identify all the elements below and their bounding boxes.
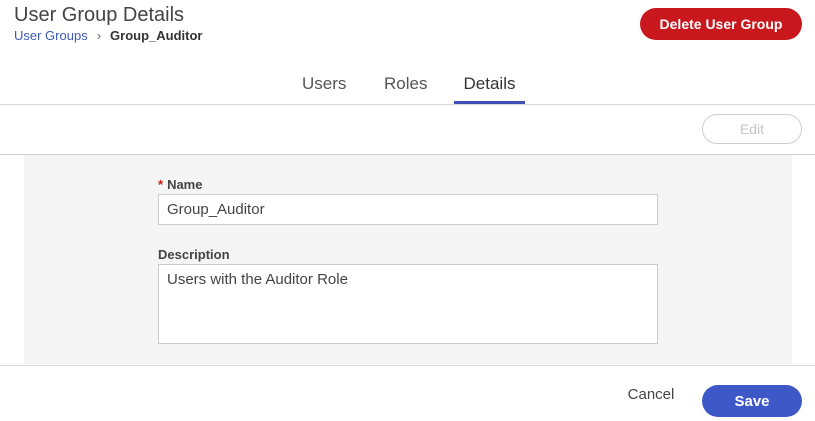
footer-actions: Cancel Save: [0, 365, 815, 421]
tab-details[interactable]: Details: [454, 74, 525, 104]
breadcrumb-user-groups-link[interactable]: User Groups: [14, 28, 88, 44]
details-form-panel: *Name Description Users with the Auditor…: [24, 155, 792, 364]
toolbar: Edit: [0, 105, 815, 155]
tab-bar: Users Roles Details: [0, 68, 815, 105]
required-indicator: *: [158, 177, 164, 192]
tab-roles[interactable]: Roles: [384, 74, 427, 104]
tab-users[interactable]: Users: [302, 74, 346, 104]
name-field-label: * Name: [158, 177, 202, 192]
page-title: User Group Details: [14, 4, 185, 26]
breadcrumb-current: Group_Auditor: [110, 28, 203, 43]
name-input[interactable]: [158, 194, 658, 225]
description-field-label: Description: [158, 247, 230, 262]
edit-button[interactable]: Edit: [702, 114, 802, 144]
save-button[interactable]: Save: [702, 385, 802, 417]
cancel-button[interactable]: Cancel: [620, 386, 682, 403]
name-label-text: Name: [167, 177, 203, 192]
description-textarea[interactable]: Users with the Auditor Role: [158, 264, 658, 344]
chevron-right-icon: ›: [96, 28, 102, 43]
breadcrumb: User Groups › Group_Auditor: [14, 28, 202, 44]
user-group-details-page: User Group Details User Groups › Group_A…: [0, 0, 815, 421]
delete-user-group-button[interactable]: Delete User Group: [640, 8, 802, 40]
